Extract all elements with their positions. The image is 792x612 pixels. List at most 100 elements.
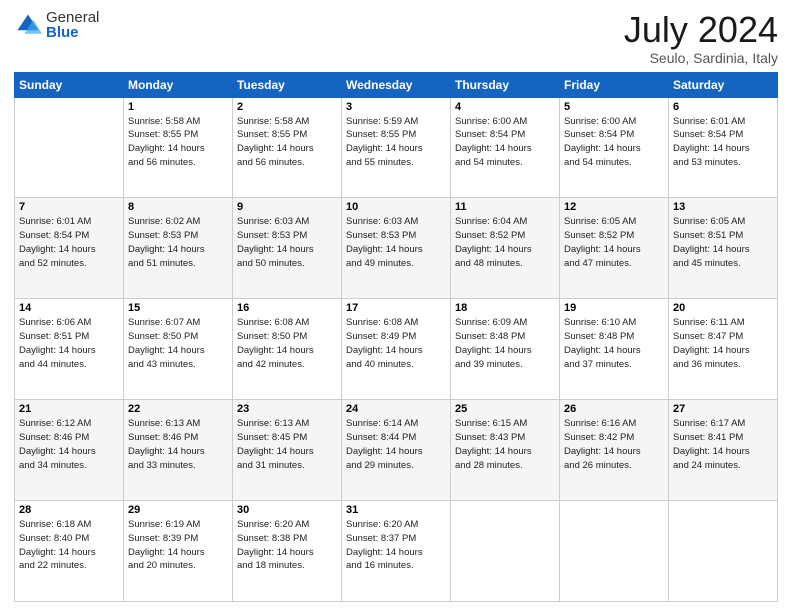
calendar-cell: 10 Sunrise: 6:03 AM Sunset: 8:53 PM Dayli… [342, 198, 451, 299]
day-info: Sunrise: 6:04 AM Sunset: 8:52 PM Dayligh… [455, 215, 555, 270]
day-info: Sunrise: 6:20 AM Sunset: 8:38 PM Dayligh… [237, 518, 337, 573]
day-number: 11 [455, 201, 555, 213]
day-number: 16 [237, 302, 337, 314]
day-number: 24 [346, 403, 446, 415]
calendar-cell [451, 501, 560, 602]
day-info: Sunrise: 5:59 AM Sunset: 8:55 PM Dayligh… [346, 115, 446, 170]
calendar-cell: 1Sunrise: 5:58 AM Sunset: 8:55 PM Daylig… [124, 97, 233, 198]
calendar-cell: 17Sunrise: 6:08 AM Sunset: 8:49 PM Dayli… [342, 299, 451, 400]
day-info: Sunrise: 6:13 AM Sunset: 8:45 PM Dayligh… [237, 417, 337, 472]
calendar-cell: 19 Sunrise: 6:10 AM Sunset: 8:48 PM Dayli… [560, 299, 669, 400]
weekday-header-cell: Saturday [669, 72, 778, 97]
day-info: Sunrise: 6:05 AM Sunset: 8:51 PM Dayligh… [673, 215, 773, 270]
weekday-header-cell: Thursday [451, 72, 560, 97]
calendar-cell: 31Sunrise: 6:20 AM Sunset: 8:37 PM Dayli… [342, 501, 451, 602]
day-info: Sunrise: 6:07 AM Sunset: 8:50 PM Dayligh… [128, 316, 228, 371]
calendar-cell: 27Sunrise: 6:17 AM Sunset: 8:41 PM Dayli… [669, 400, 778, 501]
day-number: 14 [19, 302, 119, 314]
day-number: 22 [128, 403, 228, 415]
logo-icon [14, 11, 42, 39]
weekday-header-cell: Sunday [15, 72, 124, 97]
calendar-cell: 7 Sunrise: 6:01 AM Sunset: 8:54 PM Daylig… [15, 198, 124, 299]
weekday-header-cell: Monday [124, 72, 233, 97]
calendar-cell: 29Sunrise: 6:19 AM Sunset: 8:39 PM Dayli… [124, 501, 233, 602]
calendar-cell [669, 501, 778, 602]
calendar-body: 1Sunrise: 5:58 AM Sunset: 8:55 PM Daylig… [15, 97, 778, 601]
calendar-week-row: 28 Sunrise: 6:18 AM Sunset: 8:40 PM Dayli… [15, 501, 778, 602]
day-info: Sunrise: 6:15 AM Sunset: 8:43 PM Dayligh… [455, 417, 555, 472]
day-number: 20 [673, 302, 773, 314]
day-number: 13 [673, 201, 773, 213]
calendar-week-row: 21 Sunrise: 6:12 AM Sunset: 8:46 PM Dayli… [15, 400, 778, 501]
day-info: Sunrise: 6:00 AM Sunset: 8:54 PM Dayligh… [564, 115, 664, 170]
calendar-cell: 24 Sunrise: 6:14 AM Sunset: 8:44 PM Dayli… [342, 400, 451, 501]
day-number: 18 [455, 302, 555, 314]
calendar-table: SundayMondayTuesdayWednesdayThursdayFrid… [14, 72, 778, 602]
day-number: 10 [346, 201, 446, 213]
header: General Blue July 2024 Seulo, Sardinia, … [14, 10, 778, 66]
calendar-cell: 5 Sunrise: 6:00 AM Sunset: 8:54 PM Daylig… [560, 97, 669, 198]
day-number: 12 [564, 201, 664, 213]
day-info: Sunrise: 5:58 AM Sunset: 8:55 PM Dayligh… [128, 115, 228, 170]
day-info: Sunrise: 6:08 AM Sunset: 8:49 PM Dayligh… [346, 316, 446, 371]
title-block: July 2024 Seulo, Sardinia, Italy [624, 10, 778, 66]
calendar-cell: 15Sunrise: 6:07 AM Sunset: 8:50 PM Dayli… [124, 299, 233, 400]
logo-blue-label: Blue [46, 25, 99, 40]
day-info: Sunrise: 6:03 AM Sunset: 8:53 PM Dayligh… [237, 215, 337, 270]
weekday-header-cell: Tuesday [233, 72, 342, 97]
calendar-cell: 22 Sunrise: 6:13 AM Sunset: 8:46 PM Dayli… [124, 400, 233, 501]
calendar-cell: 6Sunrise: 6:01 AM Sunset: 8:54 PM Daylig… [669, 97, 778, 198]
calendar-cell [560, 501, 669, 602]
calendar-cell: 3Sunrise: 5:59 AM Sunset: 8:55 PM Daylig… [342, 97, 451, 198]
calendar-cell: 30Sunrise: 6:20 AM Sunset: 8:38 PM Dayli… [233, 501, 342, 602]
day-number: 5 [564, 101, 664, 113]
day-number: 28 [19, 504, 119, 516]
day-info: Sunrise: 6:14 AM Sunset: 8:44 PM Dayligh… [346, 417, 446, 472]
logo-general-label: General [46, 10, 99, 25]
day-info: Sunrise: 6:08 AM Sunset: 8:50 PM Dayligh… [237, 316, 337, 371]
day-number: 2 [237, 101, 337, 113]
day-number: 25 [455, 403, 555, 415]
calendar-cell: 16 Sunrise: 6:08 AM Sunset: 8:50 PM Dayli… [233, 299, 342, 400]
day-number: 8 [128, 201, 228, 213]
location: Seulo, Sardinia, Italy [624, 50, 778, 66]
calendar-cell: 11 Sunrise: 6:04 AM Sunset: 8:52 PM Dayli… [451, 198, 560, 299]
day-info: Sunrise: 6:02 AM Sunset: 8:53 PM Dayligh… [128, 215, 228, 270]
day-number: 23 [237, 403, 337, 415]
day-number: 7 [19, 201, 119, 213]
calendar-cell: 2Sunrise: 5:58 AM Sunset: 8:55 PM Daylig… [233, 97, 342, 198]
day-info: Sunrise: 6:17 AM Sunset: 8:41 PM Dayligh… [673, 417, 773, 472]
day-number: 6 [673, 101, 773, 113]
day-info: Sunrise: 6:01 AM Sunset: 8:54 PM Dayligh… [19, 215, 119, 270]
calendar-cell [15, 97, 124, 198]
calendar-cell: 23 Sunrise: 6:13 AM Sunset: 8:45 PM Dayli… [233, 400, 342, 501]
day-info: Sunrise: 6:13 AM Sunset: 8:46 PM Dayligh… [128, 417, 228, 472]
calendar-cell: 4Sunrise: 6:00 AM Sunset: 8:54 PM Daylig… [451, 97, 560, 198]
day-info: Sunrise: 6:10 AM Sunset: 8:48 PM Dayligh… [564, 316, 664, 371]
calendar-cell: 20 Sunrise: 6:11 AM Sunset: 8:47 PM Dayli… [669, 299, 778, 400]
weekday-header-cell: Friday [560, 72, 669, 97]
day-number: 4 [455, 101, 555, 113]
logo: General Blue [14, 10, 99, 40]
logo-text: General Blue [46, 10, 99, 40]
calendar-cell: 25 Sunrise: 6:15 AM Sunset: 8:43 PM Dayli… [451, 400, 560, 501]
calendar-cell: 8 Sunrise: 6:02 AM Sunset: 8:53 PM Daylig… [124, 198, 233, 299]
calendar-week-row: 14Sunrise: 6:06 AM Sunset: 8:51 PM Dayli… [15, 299, 778, 400]
day-number: 29 [128, 504, 228, 516]
calendar-cell: 9Sunrise: 6:03 AM Sunset: 8:53 PM Daylig… [233, 198, 342, 299]
day-number: 19 [564, 302, 664, 314]
calendar-cell: 21 Sunrise: 6:12 AM Sunset: 8:46 PM Dayli… [15, 400, 124, 501]
calendar-header: SundayMondayTuesdayWednesdayThursdayFrid… [15, 72, 778, 97]
month-year: July 2024 [624, 10, 778, 50]
day-info: Sunrise: 6:12 AM Sunset: 8:46 PM Dayligh… [19, 417, 119, 472]
weekday-header-row: SundayMondayTuesdayWednesdayThursdayFrid… [15, 72, 778, 97]
day-number: 21 [19, 403, 119, 415]
day-info: Sunrise: 6:18 AM Sunset: 8:40 PM Dayligh… [19, 518, 119, 573]
day-info: Sunrise: 6:05 AM Sunset: 8:52 PM Dayligh… [564, 215, 664, 270]
day-info: Sunrise: 6:11 AM Sunset: 8:47 PM Dayligh… [673, 316, 773, 371]
day-number: 31 [346, 504, 446, 516]
weekday-header-cell: Wednesday [342, 72, 451, 97]
calendar-cell: 28 Sunrise: 6:18 AM Sunset: 8:40 PM Dayli… [15, 501, 124, 602]
day-info: Sunrise: 6:03 AM Sunset: 8:53 PM Dayligh… [346, 215, 446, 270]
calendar-week-row: 7 Sunrise: 6:01 AM Sunset: 8:54 PM Daylig… [15, 198, 778, 299]
